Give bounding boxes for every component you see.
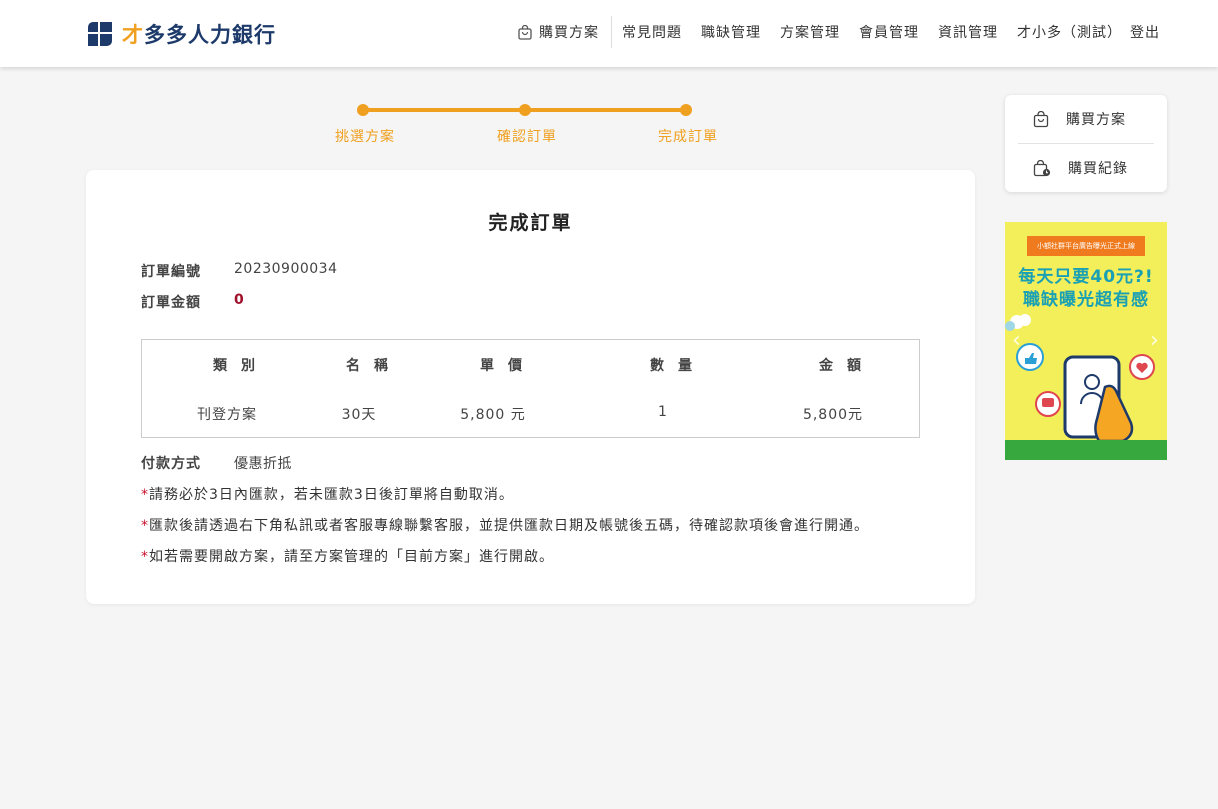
side-menu: 購買方案 購買紀錄 [1005, 95, 1167, 192]
note-item: *匯款後請透過右下角私訊或者客服專線聯繫客服，並提供匯款日期及帳號後五碼，待確認… [141, 518, 869, 534]
order-complete-card: 完成訂單 訂單編號 20230900034 訂單金額 0 類別 名稱 單價 數量… [86, 170, 975, 604]
shopping-bag-icon [1033, 110, 1049, 127]
banner-prev-arrow-icon[interactable]: ‹ [1012, 328, 1021, 353]
order-number-value: 20230900034 [234, 261, 338, 277]
cell-category: 刊登方案 [197, 407, 257, 423]
promo-banner[interactable]: 小額社群平台廣告曝光正式上線 每天只要40元?! 職缺曝光超有感 [1005, 222, 1167, 460]
nav-member-management[interactable]: 會員管理 [859, 22, 919, 42]
column-header-amount: 金額 [819, 358, 875, 374]
nav-faq[interactable]: 常見問題 [622, 22, 682, 42]
cell-name: 30天 [341, 407, 377, 423]
column-header-name: 名稱 [346, 358, 402, 374]
note-item: *請務必於3日內匯款，若未匯款3日後訂單將自動取消。 [141, 487, 514, 503]
main-nav: 購買方案 常見問題 職缺管理 方案管理 會員管理 資訊管理 才小多（測試） 登出 [518, 16, 1160, 48]
banner-headline-2: 職缺曝光超有感 [1023, 290, 1149, 310]
required-marker: * [141, 549, 149, 565]
required-marker: * [141, 487, 149, 503]
nav-info-management[interactable]: 資訊管理 [938, 22, 998, 42]
column-header-quantity: 數量 [650, 358, 706, 374]
nav-buy-plan[interactable]: 購買方案 [518, 16, 612, 48]
shopping-bag-icon [518, 24, 532, 40]
brand-name: 才多多人力銀行 [122, 23, 276, 47]
column-header-unit-price: 單價 [480, 358, 536, 374]
order-amount-label: 訂單金額 [141, 295, 201, 311]
order-stepper: 挑選方案 確認訂單 完成訂單 [335, 102, 735, 145]
step-dot-2 [519, 104, 531, 116]
order-number-row: 訂單編號 20230900034 [141, 261, 337, 281]
banner-ground [1005, 440, 1167, 460]
payment-method-row: 付款方式 優惠折抵 [141, 453, 292, 473]
step-dot-3 [680, 104, 692, 116]
phone-illustration-icon [1005, 314, 1155, 443]
banner-ribbon: 小額社群平台廣告曝光正式上線 [1027, 236, 1145, 256]
brand-logo[interactable]: 才多多人力銀行 [88, 19, 276, 49]
cell-quantity: 1 [658, 404, 668, 420]
order-amount-row: 訂單金額 0 [141, 292, 244, 312]
order-items-table: 類別 名稱 單價 數量 金額 刊登方案 30天 5,800 元 1 5,800元 [141, 339, 920, 438]
step-label-complete-order: 完成訂單 [658, 129, 718, 145]
column-header-category: 類別 [213, 358, 269, 374]
required-marker: * [141, 518, 149, 534]
step-label-confirm-order: 確認訂單 [497, 129, 557, 145]
logo-icon [88, 22, 112, 46]
banner-next-arrow-icon[interactable]: › [1150, 328, 1159, 353]
banner-headline-1: 每天只要40元?! [1018, 267, 1154, 287]
side-menu-purchase-history[interactable]: 購買紀錄 [1005, 144, 1167, 192]
nav-plan-management[interactable]: 方案管理 [780, 22, 840, 42]
note-item: *如若需要開啟方案，請至方案管理的「目前方案」進行開啟。 [141, 549, 554, 565]
top-header: 才多多人力銀行 購買方案 常見問題 職缺管理 方案管理 會員管理 資訊管理 才小… [0, 0, 1218, 67]
payment-method-label: 付款方式 [141, 456, 201, 472]
order-number-label: 訂單編號 [141, 264, 201, 280]
card-title: 完成訂單 [488, 212, 573, 234]
cell-amount: 5,800元 [802, 407, 864, 423]
cell-unit-price: 5,800 元 [460, 407, 526, 423]
step-label-select-plan: 挑選方案 [335, 129, 395, 145]
nav-user-name[interactable]: 才小多（測試） [1017, 22, 1122, 42]
order-amount-value: 0 [234, 292, 245, 308]
nav-job-management[interactable]: 職缺管理 [701, 22, 761, 42]
side-menu-buy-plan[interactable]: 購買方案 [1005, 95, 1167, 143]
payment-method-value: 優惠折抵 [234, 456, 292, 472]
step-dot-1 [357, 104, 369, 116]
purchase-history-icon [1033, 159, 1051, 176]
nav-logout[interactable]: 登出 [1130, 22, 1160, 42]
